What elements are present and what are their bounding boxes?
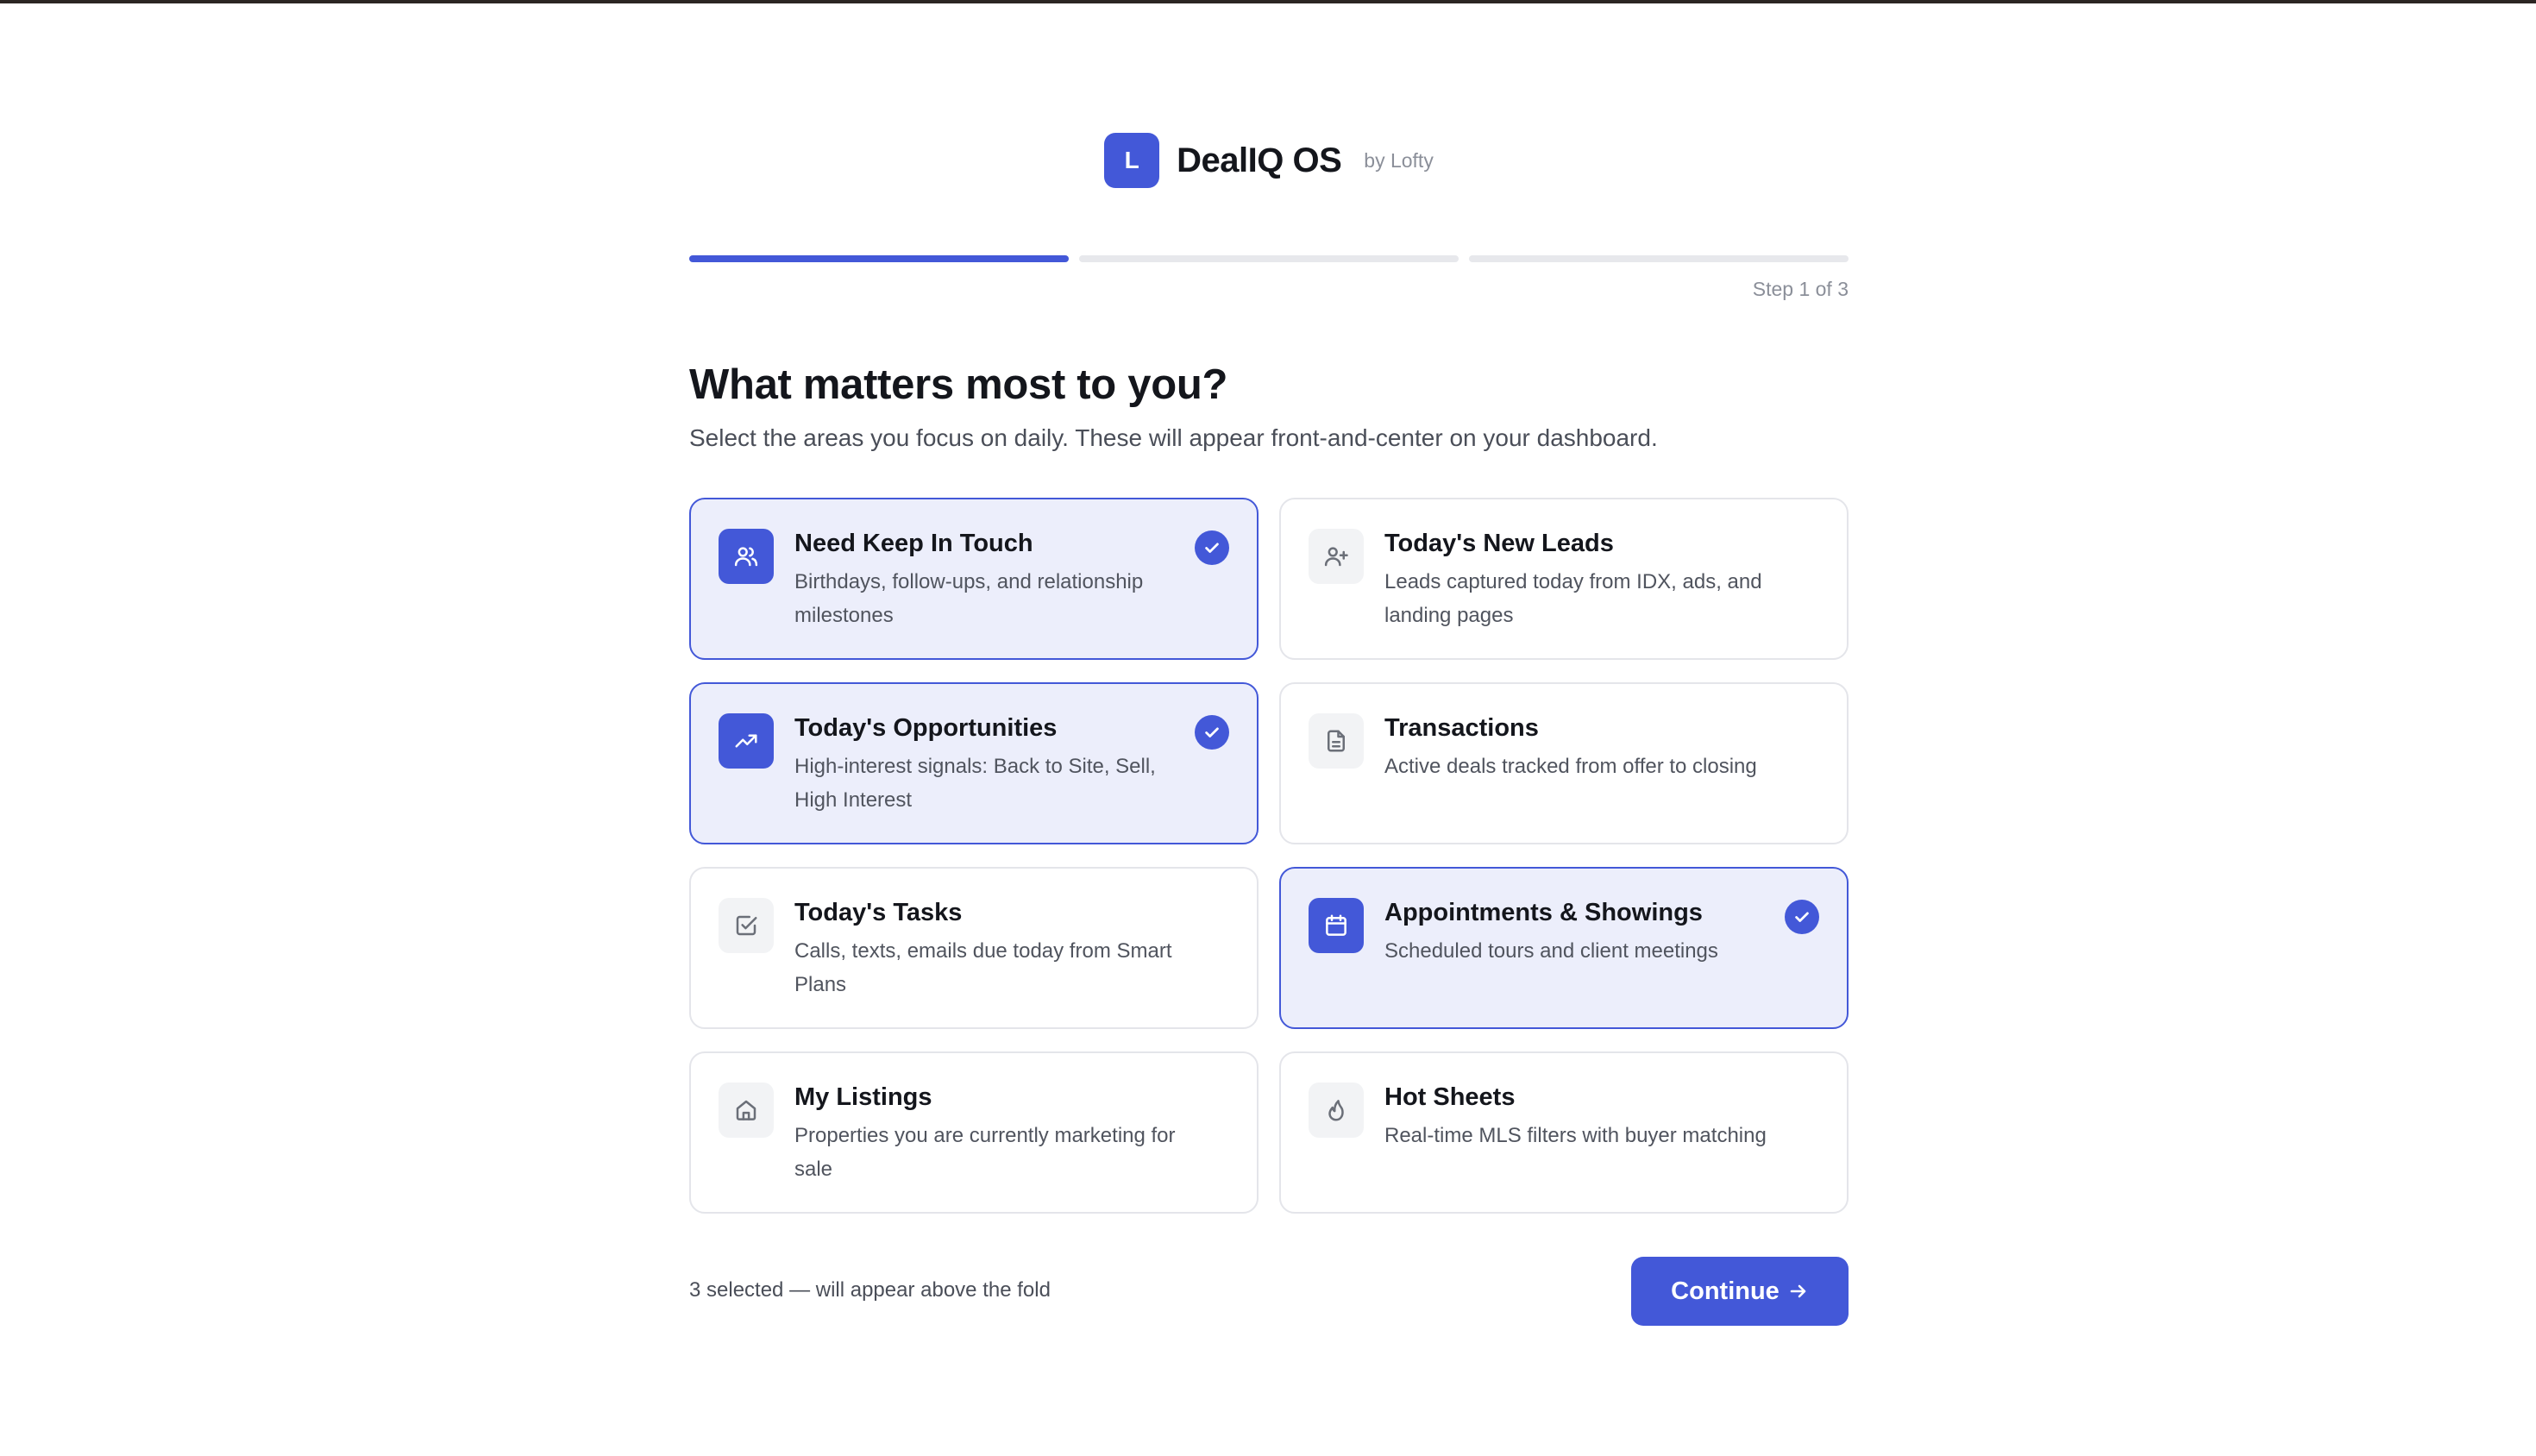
option-description: Leads captured today from IDX, ads, and … — [1384, 570, 1762, 628]
document-icon — [1309, 713, 1364, 769]
user-plus-icon — [1309, 529, 1364, 584]
option-title: Today's Tasks — [794, 899, 963, 926]
step-label: Step 1 of 3 — [1752, 278, 1849, 300]
check-icon — [1785, 900, 1819, 934]
flame-icon — [1309, 1083, 1364, 1138]
top-rule — [0, 0, 2536, 3]
trending-up-icon — [719, 713, 774, 769]
arrow-right-icon — [1790, 1284, 1806, 1298]
option-title: My Listings — [794, 1083, 932, 1111]
option-description: Calls, texts, emails due today from Smar… — [794, 939, 1172, 997]
option-description: Real-time MLS filters with buyer matchin… — [1384, 1124, 1767, 1148]
option-description: Scheduled tours and client meetings — [1384, 939, 1718, 963]
option-title: Hot Sheets — [1384, 1083, 1516, 1111]
progress-segment-2 — [1079, 255, 1459, 262]
option-title: Transactions — [1384, 714, 1539, 742]
option-description: Properties you are currently marketing f… — [794, 1124, 1176, 1182]
check-icon — [1195, 715, 1229, 750]
option-title: Need Keep In Touch — [794, 530, 1033, 557]
continue-label: Continue — [1671, 1277, 1780, 1305]
option-card-todays-opportunities[interactable]: Today's Opportunities High-interest sign… — [689, 682, 1259, 844]
option-description: High-interest signals: Back to Site, Sel… — [794, 755, 1156, 813]
option-title: Today's New Leads — [1384, 530, 1614, 557]
step-progress — [689, 255, 1849, 262]
focus-options-grid: Need Keep In Touch Birthdays, follow-ups… — [689, 498, 1849, 1214]
option-description: Birthdays, follow-ups, and relationship … — [794, 570, 1144, 628]
continue-button[interactable]: Continue — [1631, 1257, 1849, 1326]
option-description: Active deals tracked from offer to closi… — [1384, 755, 1757, 779]
option-card-transactions[interactable]: Transactions Active deals tracked from o… — [1279, 682, 1849, 844]
check-icon — [1195, 530, 1229, 565]
option-title: Appointments & Showings — [1384, 899, 1703, 926]
option-card-todays-new-leads[interactable]: Today's New Leads Leads captured today f… — [1279, 498, 1849, 660]
page-title: What matters most to you? — [689, 361, 1228, 408]
brand-logo: L — [1104, 133, 1160, 188]
brand-name: DealIQ OS — [1177, 141, 1342, 179]
option-card-need-keep-in-touch[interactable]: Need Keep In Touch Birthdays, follow-ups… — [689, 498, 1259, 660]
brand-header: L DealIQ OS by Lofty — [689, 133, 1849, 188]
home-icon — [719, 1083, 774, 1138]
users-icon — [719, 529, 774, 584]
progress-segment-1 — [689, 255, 1069, 262]
option-card-todays-tasks[interactable]: Today's Tasks Calls, texts, emails due t… — [689, 867, 1259, 1029]
checkbox-icon — [719, 898, 774, 953]
selection-count-note: 3 selected — will appear above the fold — [689, 1278, 1051, 1302]
page-subtitle: Select the areas you focus on daily. The… — [689, 424, 1658, 451]
brand-byline: by Lofty — [1364, 148, 1434, 172]
progress-segment-3 — [1469, 255, 1849, 262]
option-card-hot-sheets[interactable]: Hot Sheets Real-time MLS filters with bu… — [1279, 1051, 1849, 1214]
calendar-icon — [1309, 898, 1364, 953]
option-card-appointments-showings[interactable]: Appointments & Showings Scheduled tours … — [1279, 867, 1849, 1029]
option-card-my-listings[interactable]: My Listings Properties you are currently… — [689, 1051, 1259, 1214]
option-title: Today's Opportunities — [794, 714, 1058, 742]
